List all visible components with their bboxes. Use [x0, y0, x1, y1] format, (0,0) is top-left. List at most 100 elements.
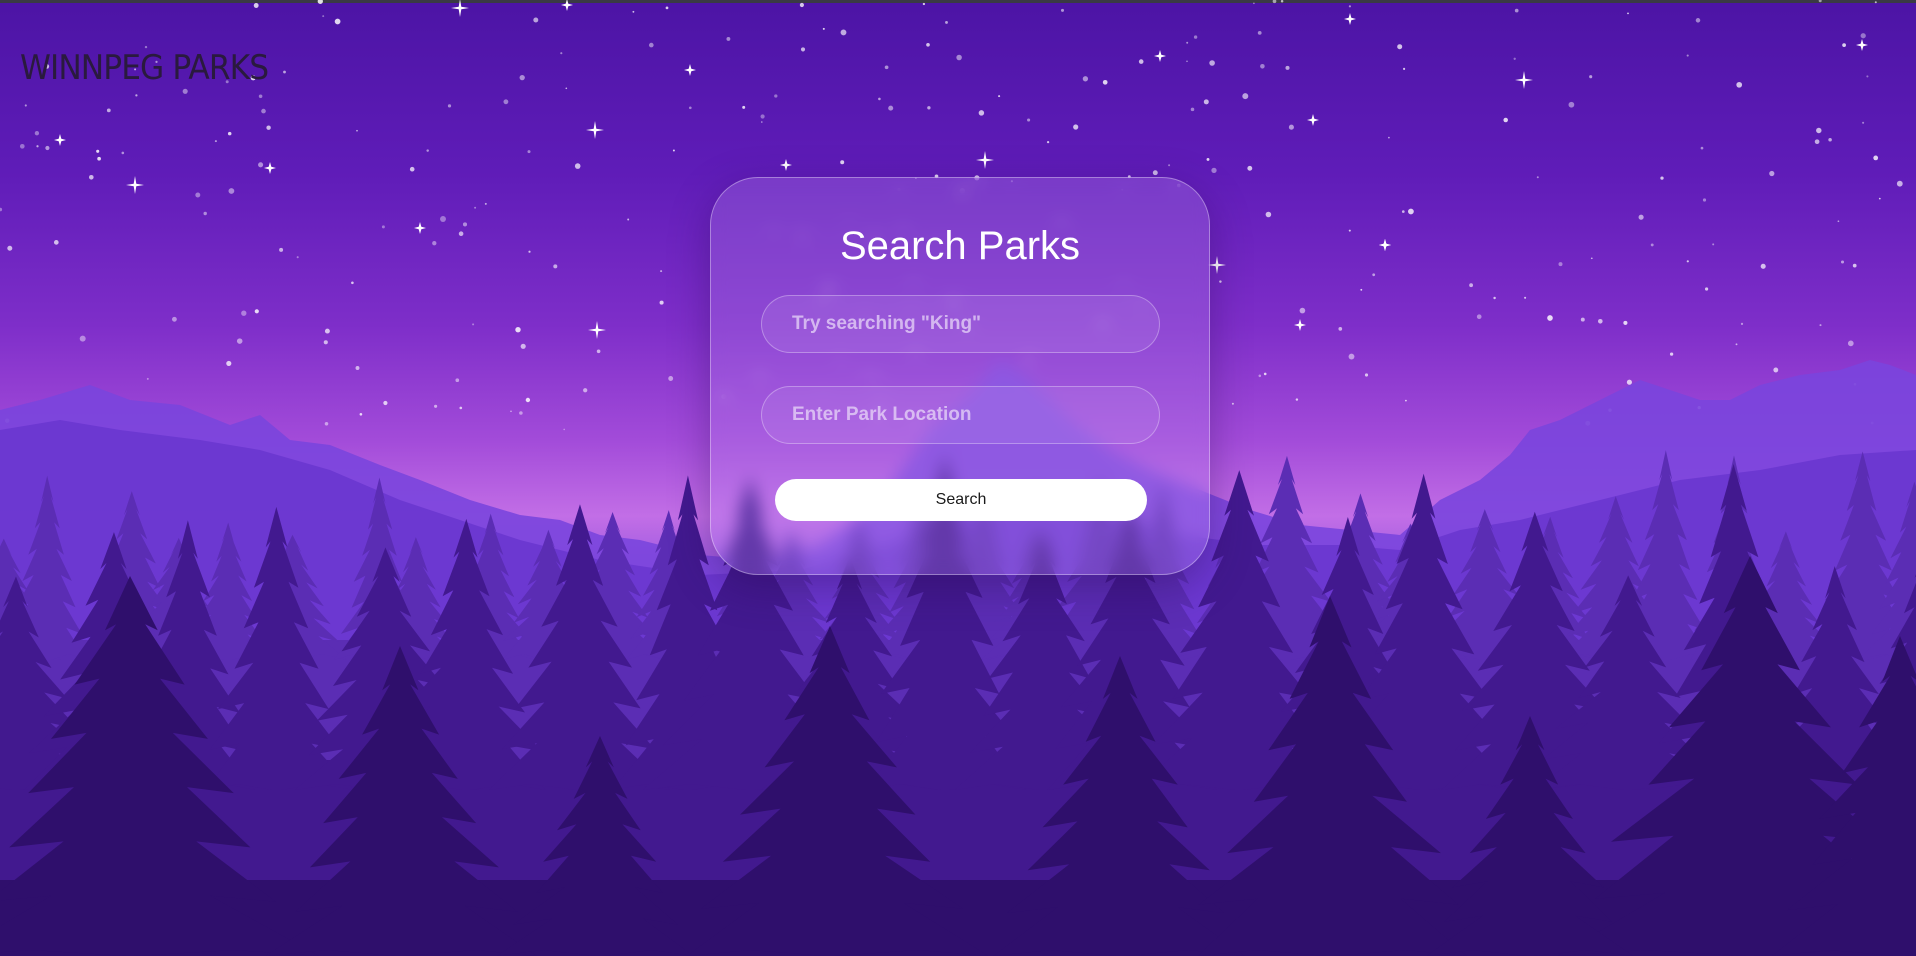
star-dot	[1280, 0, 1284, 3]
star-dot	[1650, 243, 1654, 247]
star-dot	[565, 87, 568, 90]
star-dot	[36, 145, 39, 148]
star-dot	[1837, 220, 1840, 223]
star-dot	[945, 20, 948, 24]
star-dot	[1700, 146, 1704, 150]
star-dot	[1285, 65, 1290, 70]
star-dot	[1760, 263, 1766, 269]
star-dot	[1623, 320, 1628, 325]
star-dot	[1513, 57, 1516, 60]
star-dot	[324, 328, 330, 334]
star-dot	[1027, 118, 1031, 122]
star-dot	[1203, 99, 1209, 105]
star-dot	[1219, 280, 1222, 283]
star-dot	[527, 150, 531, 154]
star-dot	[1372, 273, 1376, 277]
star-dot	[998, 95, 1001, 98]
star-dot	[1046, 140, 1050, 144]
star-dot	[1360, 288, 1363, 291]
star-dot	[1769, 170, 1775, 177]
star-dot	[34, 131, 40, 136]
star-dot	[1840, 260, 1845, 264]
star-dot	[462, 222, 468, 227]
star-dot	[351, 281, 354, 285]
star-dot	[1847, 340, 1854, 347]
star-dot	[182, 88, 188, 94]
star-dot	[135, 94, 138, 97]
sparkle-star-icon	[1515, 71, 1533, 89]
park-location-input[interactable]	[761, 386, 1160, 444]
star-dot	[800, 47, 806, 52]
sparkle-star-icon	[976, 151, 994, 169]
star-dot	[324, 422, 329, 426]
star-dot	[253, 3, 259, 8]
star-dot	[1686, 260, 1689, 263]
star-dot	[7, 245, 13, 251]
star-dot	[1295, 398, 1299, 401]
star-dot	[1686, 54, 1689, 57]
star-dot	[956, 54, 962, 61]
star-dot	[726, 36, 731, 41]
star-dot	[228, 188, 235, 194]
star-dot	[1702, 198, 1707, 202]
star-dot	[1878, 197, 1881, 200]
star-dot	[296, 256, 299, 259]
star-dot	[432, 241, 437, 246]
star-dot	[97, 156, 101, 161]
star-dot	[0, 207, 3, 212]
star-dot	[236, 338, 243, 344]
star-dot	[1193, 35, 1198, 39]
star-dot	[474, 206, 477, 209]
sparkle-star-icon	[1856, 39, 1868, 51]
park-name-search-input[interactable]	[761, 295, 1160, 353]
star-dot	[1874, 1, 1877, 4]
star-dot	[1060, 8, 1065, 12]
star-dot	[627, 218, 630, 221]
star-dot	[322, 15, 325, 18]
star-dot	[596, 349, 601, 354]
star-dot	[1190, 107, 1195, 112]
star-dot	[1102, 79, 1108, 85]
star-dot	[195, 192, 201, 198]
star-dot	[774, 94, 778, 98]
star-dot	[510, 410, 512, 413]
star-dot	[317, 0, 323, 4]
star-dot	[520, 343, 526, 349]
sparkle-star-icon	[54, 134, 66, 146]
star-dot	[1558, 262, 1563, 267]
star-dot	[19, 143, 25, 149]
star-dot	[484, 202, 487, 205]
star-dot	[1265, 211, 1272, 218]
star-dot	[1705, 287, 1709, 291]
star-dot	[203, 211, 207, 216]
star-dot	[742, 105, 746, 109]
star-dot	[648, 42, 654, 48]
star-dot	[334, 18, 341, 25]
star-dot	[1660, 176, 1664, 180]
sparkle-star-icon	[414, 222, 426, 234]
sparkle-star-icon	[1344, 13, 1356, 25]
star-dot	[1736, 81, 1743, 88]
star-dot	[1638, 214, 1644, 220]
brand-logo[interactable]: WINNPEG PARKS	[20, 48, 269, 88]
star-dot	[79, 335, 86, 342]
star-dot	[1073, 124, 1079, 130]
star-dot	[323, 340, 328, 345]
star-dot	[355, 366, 360, 370]
star-dot	[878, 97, 881, 101]
star-dot	[528, 250, 531, 253]
search-button[interactable]: Search	[775, 479, 1147, 521]
star-dot	[1828, 137, 1832, 142]
star-dot	[447, 104, 452, 108]
sparkle-star-icon	[561, 0, 573, 11]
star-dot	[1896, 180, 1903, 187]
sparkle-star-icon	[1307, 114, 1319, 126]
star-dot	[1257, 31, 1262, 35]
star-dot	[214, 140, 217, 143]
star-dot	[227, 131, 232, 136]
star-dot	[383, 400, 388, 406]
star-dot	[1152, 170, 1158, 176]
star-dot	[283, 70, 286, 74]
star-dot	[381, 225, 385, 229]
star-dot	[45, 145, 50, 151]
